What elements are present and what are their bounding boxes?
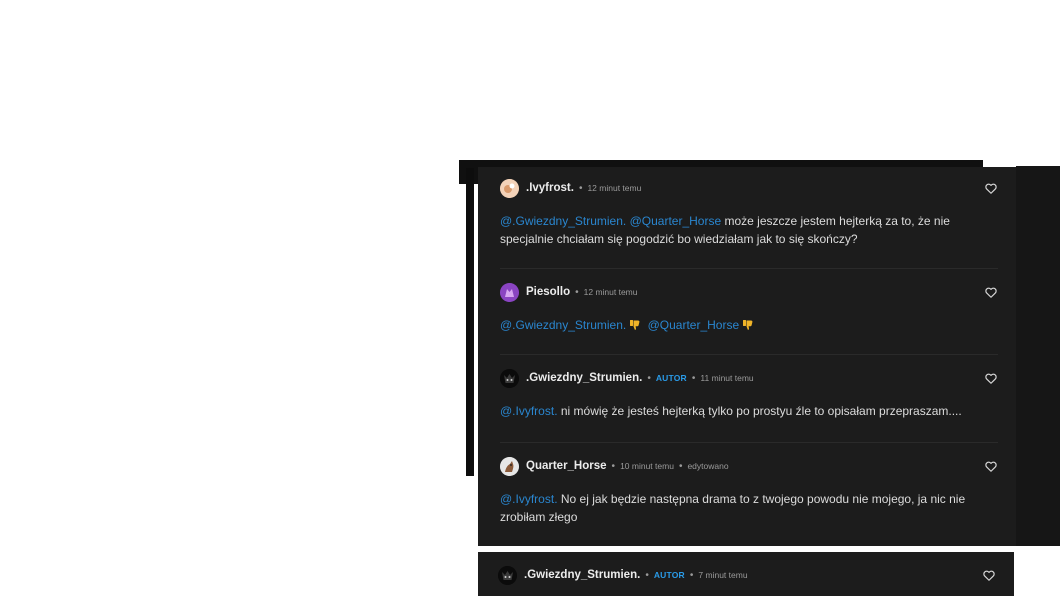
like-heart-icon[interactable] — [984, 181, 998, 195]
comments-panel: .Ivyfrost. • 12 minut temu @.Gwiezdny_St… — [478, 167, 1016, 546]
comment-text: @.Ivyfrost. ni mówię że jesteś hejterką … — [500, 402, 990, 420]
timestamp: 10 minut temu — [620, 461, 674, 471]
separator-dot: • — [578, 182, 583, 194]
comment-text: @.Gwiezdny_Strumien. @Quarter_Horse — [500, 316, 990, 334]
comment-header: .Gwiezdny_Strumien. • AUTOR • 11 minut t… — [500, 368, 998, 388]
avatar[interactable] — [500, 456, 519, 476]
like-heart-icon[interactable] — [984, 371, 998, 385]
separator-dot: • — [678, 460, 683, 472]
comment-text: @.Gwiezdny_Strumien. @Quarter_Horse może… — [500, 212, 990, 248]
timestamp: 7 minut temu — [698, 570, 748, 580]
author-badge: AUTOR — [655, 373, 687, 383]
comment-header: .Ivyfrost. • 12 minut temu — [500, 178, 998, 198]
mention-link[interactable]: @.Ivyfrost. — [500, 492, 558, 506]
separator-dot: • — [647, 372, 651, 384]
separator-dot: • — [691, 372, 696, 384]
comment-header: Quarter_Horse • 10 minut temu • edytowan… — [500, 456, 998, 476]
comment-body: ni mówię że jesteś hejterką tylko po pro… — [560, 404, 962, 418]
avatar[interactable] — [500, 282, 519, 302]
author-badge: AUTOR — [653, 570, 685, 580]
thumbs-down-emoji-icon — [742, 318, 754, 330]
avatar[interactable] — [500, 178, 519, 198]
mention-link[interactable]: @.Ivyfrost. — [500, 404, 558, 418]
comment-body: No ej jak będzie następna drama to z two… — [500, 492, 966, 524]
divider — [500, 442, 998, 443]
thumbs-down-emoji-icon — [629, 318, 641, 330]
comment: .Gwiezdny_Strumien. • AUTOR • 7 minut te… — [498, 565, 996, 585]
edited-label: edytowano — [687, 461, 729, 471]
background-fragment — [1016, 166, 1060, 546]
like-heart-icon[interactable] — [982, 568, 996, 582]
separator-dot: • — [689, 569, 694, 581]
mention-link[interactable]: @Quarter_Horse — [648, 318, 740, 332]
avatar[interactable] — [500, 368, 519, 388]
separator-dot: • — [645, 569, 649, 581]
comment: .Gwiezdny_Strumien. • AUTOR • 11 minut t… — [500, 368, 998, 420]
separator-dot: • — [611, 460, 616, 472]
timestamp: 12 minut temu — [583, 287, 638, 297]
username[interactable]: .Ivyfrost. — [526, 182, 574, 194]
username[interactable]: .Gwiezdny_Strumien. — [524, 569, 640, 581]
divider — [500, 268, 998, 269]
comment-header: Piesollo • 12 minut temu — [500, 282, 998, 302]
separator-dot: • — [575, 286, 579, 298]
username[interactable]: .Gwiezdny_Strumien. — [526, 372, 642, 384]
username[interactable]: Quarter_Horse — [526, 460, 607, 472]
timestamp: 12 minut temu — [587, 183, 642, 193]
mention-link[interactable]: @Quarter_Horse — [630, 214, 722, 228]
comment: Piesollo • 12 minut temu @.Gwiezdny_Stru… — [500, 282, 998, 334]
like-heart-icon[interactable] — [984, 459, 998, 473]
mention-link[interactable]: @.Gwiezdny_Strumien. — [500, 214, 626, 228]
background-fragment — [466, 168, 474, 476]
like-heart-icon[interactable] — [984, 285, 998, 299]
avatar[interactable] — [498, 565, 517, 585]
comments-panel: .Gwiezdny_Strumien. • AUTOR • 7 minut te… — [478, 552, 1014, 596]
comment-text: @.Ivyfrost. No ej jak będzie następna dr… — [500, 490, 990, 526]
username[interactable]: Piesollo — [526, 286, 570, 298]
comment: Quarter_Horse • 10 minut temu • edytowan… — [500, 456, 998, 526]
divider — [500, 354, 998, 355]
comment: .Ivyfrost. • 12 minut temu @.Gwiezdny_St… — [500, 178, 998, 248]
mention-link[interactable]: @.Gwiezdny_Strumien. — [500, 318, 626, 332]
comment-header: .Gwiezdny_Strumien. • AUTOR • 7 minut te… — [498, 565, 996, 585]
timestamp: 11 minut temu — [700, 373, 754, 383]
